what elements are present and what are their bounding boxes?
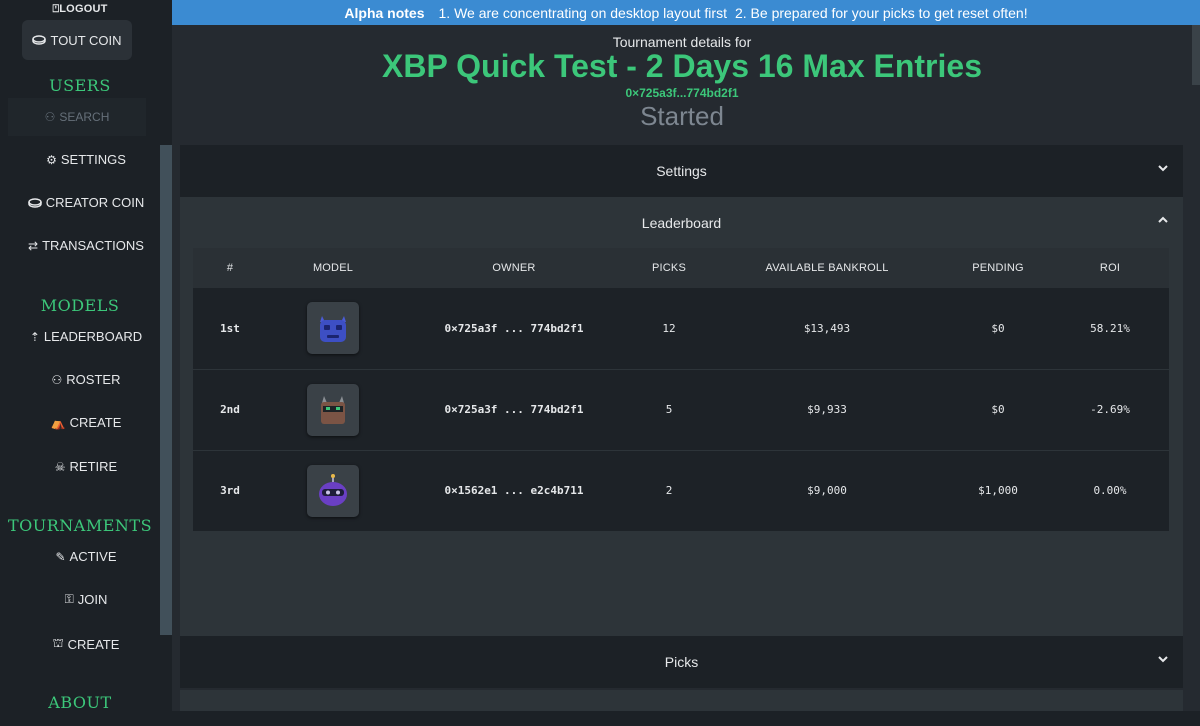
picks-panel-header[interactable]: Picks: [180, 636, 1183, 688]
tournament-title: XBP Quick Test - 2 Days 16 Max Entries: [382, 48, 982, 84]
leaderboard-panel-header[interactable]: Leaderboard: [180, 197, 1183, 249]
owner-cell[interactable]: 0×725a3f ... 774bd2f1: [399, 288, 629, 369]
owner-cell[interactable]: 0×725a3f ... 774bd2f1: [399, 369, 629, 450]
table-row[interactable]: 2nd 0×725a3f ... 774bd2f1 5 $9,933 $0 -2…: [193, 369, 1169, 450]
rank-cell: 3rd: [220, 484, 240, 497]
pending-cell: $0: [991, 321, 1005, 335]
chevron-down-icon: [1157, 161, 1169, 177]
model-avatar[interactable]: [307, 464, 359, 517]
column-header-model[interactable]: MODEL: [267, 248, 399, 288]
table-row[interactable]: 3rd 0×1562e1 ... e2c4b711 2 $9,000 $1,00…: [193, 450, 1169, 531]
coin-icon: [28, 197, 42, 208]
rank-cell: 1st: [220, 321, 240, 335]
table-header-row: # MODEL OWNER PICKS AVAILABLE BANKROLL P…: [193, 248, 1169, 288]
bankroll-cell: $9,933: [807, 403, 847, 416]
tout-coin-button[interactable]: TOUT COIN: [22, 20, 132, 60]
pending-cell: $0: [991, 403, 1005, 416]
main-scrollbar-thumb[interactable]: [1192, 25, 1200, 85]
skull-icon: ☠: [54, 459, 66, 474]
group-icon: ⚇: [51, 372, 63, 387]
sidebar-item-creator-coin[interactable]: CREATOR COIN: [0, 195, 172, 210]
banner-title: Alpha notes: [344, 4, 425, 21]
model-avatar[interactable]: [307, 302, 359, 355]
model-avatar[interactable]: [307, 383, 359, 436]
brown-horned-robot-icon: [321, 395, 345, 424]
tournament-address[interactable]: 0×725a3f...774bd2f1: [172, 86, 1192, 100]
picks-cell: 5: [665, 403, 673, 416]
user-search-icon: ⚇: [44, 110, 56, 124]
column-header-picks[interactable]: PICKS: [629, 248, 709, 288]
robot-create-icon: ⛺: [50, 415, 66, 430]
column-header-rank[interactable]: #: [193, 248, 267, 288]
picks-cell: 2: [665, 484, 673, 497]
table-row[interactable]: 1st 0×725a3f ... 774bd2f1 12 $13,493 $0 …: [193, 288, 1169, 369]
bottom-bar: [172, 711, 1200, 726]
column-header-owner[interactable]: OWNER: [399, 248, 629, 288]
sidebar-item-roster[interactable]: ⚇ ROSTER: [0, 372, 172, 387]
column-header-roi[interactable]: ROI: [1051, 248, 1169, 288]
sidebar-item-active[interactable]: ✎ ACTIVE: [0, 549, 172, 564]
owner-cell[interactable]: 0×1562e1 ... e2c4b711: [399, 450, 629, 531]
bankroll-cell: $9,000: [807, 484, 847, 497]
roi-cell: 58.21%: [1090, 321, 1130, 335]
gear-icon: ⚙: [46, 152, 57, 167]
pending-cell: $1,000: [978, 484, 1018, 497]
search-button[interactable]: ⚇ SEARCH: [8, 98, 146, 136]
sidebar-item-create-tournament[interactable]: ⛫ CREATE: [0, 636, 172, 652]
alpha-notes-banner: Alpha notes 1. We are concentrating on d…: [172, 0, 1200, 25]
sidebar-item-settings[interactable]: ⚙ SETTINGS: [0, 152, 172, 167]
models-heading: MODELS: [40, 296, 120, 315]
sidebar-item-leaderboard[interactable]: ⇡ LEADERBOARD: [0, 329, 172, 344]
sidebar-scrollbar-thumb[interactable]: [160, 145, 172, 635]
leaderboard-table: # MODEL OWNER PICKS AVAILABLE BANKROLL P…: [193, 248, 1169, 532]
roi-cell: -2.69%: [1090, 403, 1130, 416]
banner-note-1: 1. We are concentrating on desktop layou…: [438, 4, 727, 21]
users-heading: USERS: [49, 76, 111, 95]
rank-cell: 2nd: [220, 403, 240, 416]
building-icon: ⛫: [52, 636, 64, 650]
chevron-up-icon: [1157, 213, 1169, 229]
purple-round-robot-icon: [319, 473, 347, 506]
sidebar-item-create-model[interactable]: ⛺ CREATE: [0, 415, 172, 430]
picks-cell: 12: [662, 321, 676, 335]
roi-cell: 0.00%: [1093, 484, 1127, 497]
sidebar-item-join[interactable]: ⚿ JOIN: [0, 592, 172, 607]
chevron-down-icon: [1157, 652, 1169, 668]
settings-panel-header[interactable]: Settings: [180, 145, 1183, 197]
pencil-icon: ✎: [55, 549, 66, 564]
sort-up-icon: ⇡: [29, 329, 40, 344]
sidebar: ⍞LOGOUT TOUT COIN USERS ⚇ SEARCH ⚙ SETTI…: [0, 0, 172, 726]
key-icon: ⚿: [64, 592, 74, 606]
column-header-pending[interactable]: PENDING: [945, 248, 1051, 288]
exchange-arrows-icon: ⇄: [28, 238, 39, 253]
tournaments-heading: TOURNAMENTS: [7, 516, 153, 535]
bankroll-cell: $13,493: [803, 321, 851, 335]
banner-note-2: 2. Be prepared for your picks to get res…: [734, 4, 1028, 21]
blue-devil-robot-icon: [320, 316, 346, 343]
sidebar-item-transactions[interactable]: ⇄ TRANSACTIONS: [0, 238, 172, 253]
next-panel-header[interactable]: [180, 690, 1183, 711]
logout-link[interactable]: ⍞LOGOUT: [0, 3, 160, 16]
about-heading: ABOUT: [48, 693, 112, 712]
coin-icon: [32, 35, 47, 45]
tournament-status: Started: [640, 101, 724, 131]
sidebar-item-retire[interactable]: ☠ RETIRE: [0, 459, 172, 474]
column-header-bankroll[interactable]: AVAILABLE BANKROLL: [709, 248, 945, 288]
